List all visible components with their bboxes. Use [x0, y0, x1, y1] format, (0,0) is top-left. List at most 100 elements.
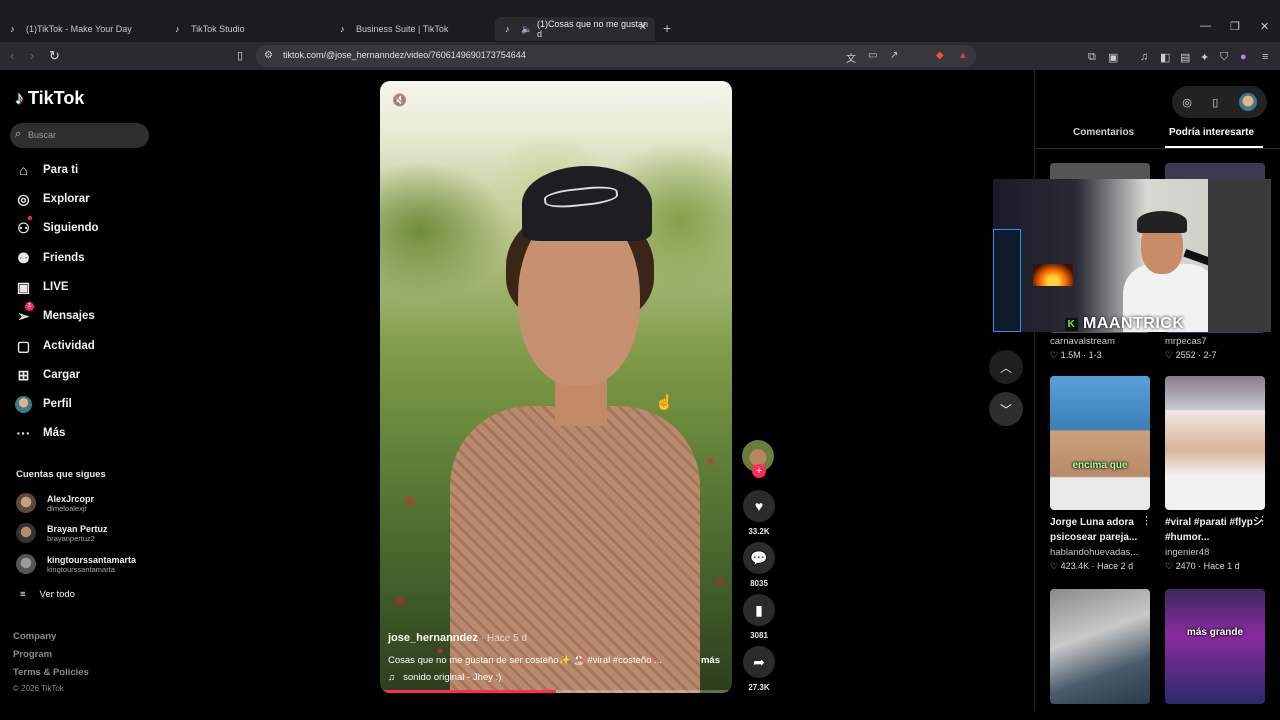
browser-tab-4[interactable]: ♪ 🔈 (1)Cosas que no me gustan d ✕ [495, 17, 655, 41]
video-thumbnail[interactable] [1050, 589, 1150, 704]
phone-icon[interactable]: ▯ [1212, 96, 1218, 109]
sidebar-icon[interactable]: ◧ [1160, 51, 1170, 64]
tab-podria-interesarte[interactable]: Podría interesarte [1169, 127, 1254, 138]
wallet-icon[interactable]: ▤ [1180, 51, 1190, 64]
comment-button[interactable]: 💬 8035 [743, 542, 775, 588]
see-all-link[interactable]: ≡ Ver todo [20, 589, 75, 600]
video-thumbnail[interactable] [1165, 376, 1265, 510]
browser-tab-3[interactable]: ♪ Business Suite | TikTok [330, 17, 495, 41]
bookmark-icon[interactable]: ▯ [237, 49, 243, 62]
notification-dot [28, 215, 32, 220]
tab-label: TikTok Studio [191, 24, 245, 34]
thumbnail-caption: más grande [1186, 627, 1244, 638]
followed-account[interactable]: Brayan Pertuz brayanpertuz2 [16, 523, 108, 543]
nav-label: Para ti [43, 164, 79, 176]
nav-friends[interactable]: ⚉ Friends [15, 247, 84, 269]
minimize-button[interactable]: — [1200, 20, 1211, 32]
rewards-icon[interactable]: ▲ [958, 50, 968, 61]
nav-siguiendo[interactable]: ⚇ Siguiendo [15, 215, 99, 239]
back-button[interactable]: ‹ [10, 48, 14, 63]
vpn-icon[interactable]: ⛉ [1220, 51, 1228, 64]
tab-comentarios[interactable]: Comentarios [1073, 127, 1134, 138]
menu-icon[interactable]: ≡ [1262, 51, 1268, 63]
nav-actividad[interactable]: ▢ Actividad [15, 335, 95, 357]
activity-icon: ▢ [16, 337, 31, 354]
creator-avatar[interactable]: + [742, 440, 774, 478]
tiktok-logo[interactable]: ♪ TikTok [15, 88, 84, 109]
nav-label: Mensajes [43, 310, 95, 322]
card-title[interactable]: #viral #parati #flypシ #humor... [1165, 515, 1269, 545]
search-box[interactable]: ⌕ [10, 123, 149, 148]
thumbnail-caption: encima que [1072, 460, 1128, 471]
video-info: jose_hernanndez · Hace 5 d Cosas que no m… [388, 628, 724, 683]
account-handle: kingtourssantamarta [47, 564, 115, 574]
followed-account[interactable]: kingtourssantamarta kingtourssantamarta [16, 554, 136, 574]
nav-explorar[interactable]: ◎ Explorar [15, 188, 89, 210]
maximize-button[interactable]: ❐ [1230, 20, 1240, 33]
extensions-icon[interactable]: ⧉ [1088, 51, 1096, 64]
video-author[interactable]: jose_hernanndez [388, 632, 478, 644]
tab-search-icon[interactable]: ▣ [1108, 51, 1118, 64]
nav-mas[interactable]: ··· Más [15, 422, 66, 444]
compass-icon[interactable]: ◎ [1182, 96, 1192, 109]
music-icon[interactable]: ♫ [1140, 51, 1148, 63]
new-tab-button[interactable]: + [663, 20, 671, 36]
action-bar: + ♥ 33.2K 💬 8035 ▮ 3081 ➦ 27.3K [742, 440, 776, 692]
share-button[interactable]: ➦ 27.3K [743, 646, 775, 692]
browser-tab-2[interactable]: ♪ TikTok Studio [165, 17, 330, 41]
nav-label: Perfil [43, 398, 72, 410]
tab-label: (1)TikTok - Make Your Day [26, 24, 132, 34]
card-title[interactable]: Jorge Luna adora psicosear pareja... [1050, 515, 1154, 545]
footer-company[interactable]: Company [13, 631, 56, 642]
volume-icon[interactable]: 🔇 [392, 93, 407, 107]
more-options-icon[interactable]: ⋮ [1257, 514, 1268, 527]
share-icon[interactable]: ↗ [890, 50, 898, 61]
nav-cargar[interactable]: ⊞ Cargar [15, 364, 80, 386]
close-window-button[interactable]: ✕ [1260, 20, 1269, 33]
card-author[interactable]: ingenier48 [1165, 547, 1209, 558]
followed-account[interactable]: AlexJrcopr dlmeloalexjr [16, 493, 94, 513]
nav-mensajes[interactable]: ➢ 1 Mensajes [15, 301, 95, 327]
video-thumbnail[interactable]: encima que [1050, 376, 1150, 510]
forward-button[interactable]: › [30, 48, 34, 63]
video-thumbnail[interactable]: más grande [1165, 589, 1265, 704]
reload-button[interactable]: ↻ [49, 48, 60, 64]
follow-plus-icon[interactable]: + [752, 464, 766, 478]
avatar [16, 554, 36, 574]
nav-para-ti[interactable]: ⌂ Para ti [15, 159, 78, 181]
card-meta: ♡ 2552 · 2-7 [1165, 350, 1217, 360]
scroll-down-button[interactable]: ﹀ [989, 392, 1023, 426]
save-button[interactable]: ▮ 3081 [743, 594, 775, 640]
video-player[interactable]: 🔇 ··· jose_hernanndez · Hace 5 d Cosas qu… [380, 81, 732, 693]
streamer-name-label: MAANTRICK [1083, 315, 1185, 332]
site-info-icon[interactable]: ⚙ [264, 50, 273, 61]
like-button[interactable]: ♥ 33.2K [743, 490, 775, 536]
card-author[interactable]: hablandohuevadas... [1050, 547, 1138, 558]
card-author[interactable]: mrpecas7 [1165, 336, 1207, 347]
comment-count: 8035 [750, 579, 768, 588]
cast-icon[interactable]: ▭ [868, 50, 877, 61]
translate-icon[interactable]: 文 [846, 50, 856, 65]
search-input[interactable] [28, 127, 143, 143]
ai-icon[interactable]: ✦ [1200, 51, 1209, 64]
card-author[interactable]: carnavalstream [1050, 336, 1115, 347]
nav-perfil[interactable]: Perfil [15, 393, 72, 415]
nav-live[interactable]: ▣ LIVE [15, 276, 69, 298]
following-title: Cuentas que sigues [16, 469, 106, 480]
brave-shield-icon[interactable]: ◆ [936, 50, 944, 61]
more-options-icon[interactable]: ··· [706, 91, 718, 105]
more-link[interactable]: más [701, 655, 720, 666]
compass-icon: ◎ [17, 190, 30, 207]
video-progress-bar[interactable] [380, 690, 732, 693]
nav-label: LIVE [43, 281, 69, 293]
footer-terms[interactable]: Terms & Policies [13, 667, 89, 678]
avatar[interactable] [1238, 93, 1257, 111]
more-options-icon[interactable]: ⋮ [1141, 514, 1152, 527]
close-tab-icon[interactable]: ✕ [639, 22, 647, 33]
profile-icon[interactable]: ● [1240, 51, 1247, 63]
scroll-up-button[interactable]: ︿ [989, 350, 1023, 384]
address-bar[interactable]: ⚙ tiktok.com/@jose_hernanndez/video/7606… [256, 45, 976, 67]
browser-tab-1[interactable]: ♪ (1)TikTok - Make Your Day [0, 17, 165, 41]
footer-program[interactable]: Program [13, 649, 52, 660]
sound-link[interactable]: ♫ sonido original - Jhey :) [388, 672, 724, 683]
